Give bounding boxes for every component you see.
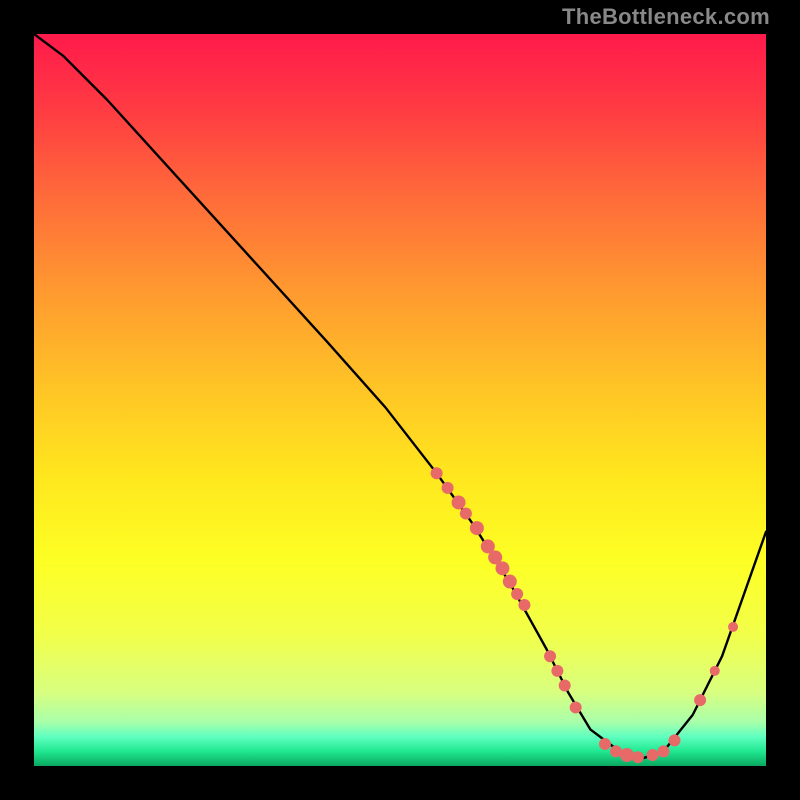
- data-marker: [632, 751, 644, 763]
- data-marker: [544, 650, 556, 662]
- curve-layer: [34, 34, 766, 766]
- watermark-text: TheBottleneck.com: [562, 4, 770, 30]
- data-marker: [431, 467, 443, 479]
- data-marker: [559, 679, 571, 691]
- data-marker: [647, 749, 659, 761]
- data-marker: [518, 599, 530, 611]
- data-marker: [620, 748, 634, 762]
- data-marker: [495, 561, 509, 575]
- chart-container: TheBottleneck.com: [0, 0, 800, 800]
- data-marker: [728, 622, 738, 632]
- data-marker: [599, 738, 611, 750]
- data-marker: [570, 701, 582, 713]
- data-marker: [511, 588, 523, 600]
- data-marker: [669, 734, 681, 746]
- data-marker: [470, 521, 484, 535]
- bottleneck-curve: [34, 34, 766, 759]
- data-marker: [710, 666, 720, 676]
- data-marker: [503, 575, 517, 589]
- data-marker: [694, 694, 706, 706]
- data-marker: [442, 482, 454, 494]
- plot-area: [34, 34, 766, 766]
- data-marker: [460, 507, 472, 519]
- data-marker: [658, 745, 670, 757]
- data-marker: [551, 665, 563, 677]
- data-marker: [452, 495, 466, 509]
